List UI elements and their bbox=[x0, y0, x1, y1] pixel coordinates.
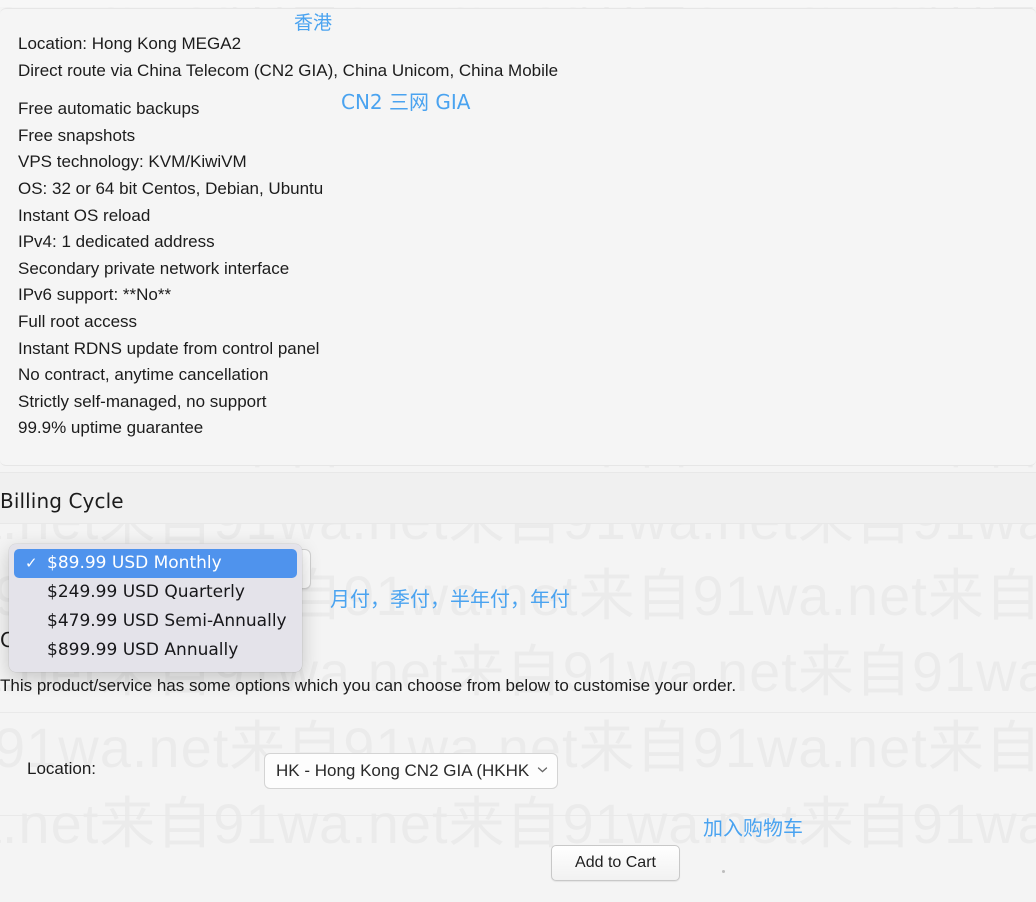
feature-item: Full root access bbox=[18, 311, 138, 331]
divider-top bbox=[0, 712, 1036, 713]
menu-item-semi-annually[interactable]: $479.99 USD Semi-Annually bbox=[14, 607, 297, 636]
feature-item: Secondary private network interface bbox=[18, 258, 290, 278]
bottom-strip bbox=[0, 886, 1036, 902]
feature-item: Free automatic backups bbox=[18, 99, 200, 119]
description-route-line: Direct route via China Telecom (CN2 GIA)… bbox=[18, 60, 559, 80]
menu-item-quarterly[interactable]: $249.99 USD Quarterly bbox=[14, 578, 297, 607]
menu-item-label: $899.99 USD Annually bbox=[47, 640, 239, 660]
billing-cycle-band bbox=[0, 472, 1036, 524]
billing-cycle-heading: Billing Cycle bbox=[0, 489, 124, 513]
menu-item-monthly[interactable]: ✓ $89.99 USD Monthly bbox=[14, 549, 297, 578]
cursor-dot bbox=[722, 870, 725, 873]
product-description-panel: Location: Hong Kong MEGA2 Direct route v… bbox=[0, 8, 1036, 466]
product-description-list: Location: Hong Kong MEGA2 Direct route v… bbox=[18, 31, 998, 442]
feature-item: VPS technology: KVM/KiwiVM bbox=[18, 152, 247, 172]
location-select[interactable]: HK - Hong Kong CN2 GIA (HKHK bbox=[264, 753, 558, 789]
feature-item: 99.9% uptime guarantee bbox=[18, 418, 204, 438]
divider-bottom bbox=[0, 815, 1036, 816]
feature-item: No contract, anytime cancellation bbox=[18, 365, 269, 385]
menu-item-label: $479.99 USD Semi-Annually bbox=[47, 611, 287, 631]
add-to-cart-button[interactable]: Add to Cart bbox=[551, 845, 680, 881]
feature-item: Instant RDNS update from control panel bbox=[18, 338, 320, 358]
feature-item: IPv4: 1 dedicated address bbox=[18, 232, 215, 252]
annotation-billing-terms: 月付，季付，半年付，年付 bbox=[330, 587, 570, 611]
menu-item-annually[interactable]: $899.99 USD Annually bbox=[14, 636, 297, 665]
annotation-add-to-cart: 加入购物车 bbox=[703, 816, 803, 840]
configurable-options-note: This product/service has some options wh… bbox=[0, 676, 737, 695]
product-order-page: Location: Hong Kong MEGA2 Direct route v… bbox=[0, 0, 1036, 902]
description-location-line: Location: Hong Kong MEGA2 bbox=[18, 34, 242, 53]
location-field-label: Location: bbox=[27, 759, 96, 778]
billing-cycle-popup-menu[interactable]: ✓ $89.99 USD Monthly $249.99 USD Quarter… bbox=[9, 544, 302, 672]
checkmark-icon: ✓ bbox=[25, 554, 38, 572]
location-select-value: HK - Hong Kong CN2 GIA (HKHK bbox=[276, 761, 530, 780]
feature-item: Instant OS reload bbox=[18, 205, 151, 225]
top-strip bbox=[0, 0, 1036, 7]
feature-item: Free snapshots bbox=[18, 125, 136, 145]
feature-item: Strictly self-managed, no support bbox=[18, 391, 267, 411]
menu-item-label: $89.99 USD Monthly bbox=[47, 553, 222, 573]
annotation-cn2-gia: CN2 三网 GIA bbox=[341, 90, 471, 114]
feature-item: OS: 32 or 64 bit Centos, Debian, Ubuntu bbox=[18, 178, 324, 198]
annotation-hong-kong: 香港 bbox=[294, 12, 333, 34]
feature-item: IPv6 support: **No** bbox=[18, 285, 172, 305]
menu-item-label: $249.99 USD Quarterly bbox=[47, 582, 245, 602]
chevron-down-icon bbox=[536, 763, 549, 779]
